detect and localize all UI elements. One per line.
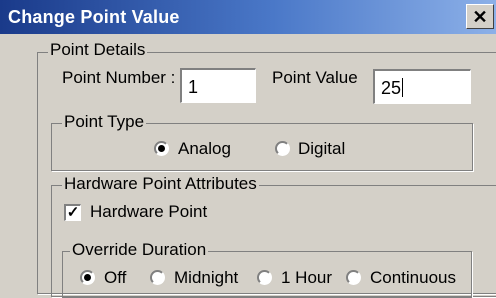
hardware-point-checkbox[interactable]: ✓ (64, 204, 81, 221)
close-icon: ✕ (472, 7, 488, 27)
radio-1-hour-label[interactable]: 1 Hour (281, 268, 332, 288)
text-caret (402, 78, 404, 97)
hardware-attributes-legend: Hardware Point Attributes (62, 174, 259, 194)
checkmark-icon: ✓ (66, 204, 80, 221)
window-title: Change Point Value (8, 7, 180, 27)
radio-off-label[interactable]: Off (104, 268, 126, 288)
radio-digital-label[interactable]: Digital (298, 139, 345, 159)
radio-midnight-label[interactable]: Midnight (174, 268, 238, 288)
radio-analog-label[interactable]: Analog (178, 139, 231, 159)
point-details-legend: Point Details (48, 40, 148, 60)
radio-continuous[interactable] (346, 270, 361, 285)
radio-midnight[interactable] (150, 270, 165, 285)
point-number-value: 1 (188, 77, 199, 97)
radio-1-hour[interactable] (257, 270, 272, 285)
override-duration-legend: Override Duration (70, 240, 209, 260)
point-value-label: Point Value (272, 68, 358, 87)
point-number-field[interactable]: 1 (180, 68, 256, 103)
point-type-legend: Point Type (62, 112, 147, 132)
point-number-label: Point Number : (62, 68, 176, 87)
point-value-field[interactable]: 25 (373, 69, 471, 104)
close-button[interactable]: ✕ (466, 4, 494, 29)
point-value-value: 25 (381, 78, 402, 98)
hardware-point-label[interactable]: Hardware Point (90, 202, 207, 222)
radio-digital[interactable] (275, 141, 290, 156)
title-bar[interactable]: Change Point Value ✕ (0, 0, 496, 34)
radio-continuous-label[interactable]: Continuous (370, 268, 456, 288)
radio-off[interactable] (80, 270, 95, 285)
radio-analog[interactable] (154, 141, 169, 156)
